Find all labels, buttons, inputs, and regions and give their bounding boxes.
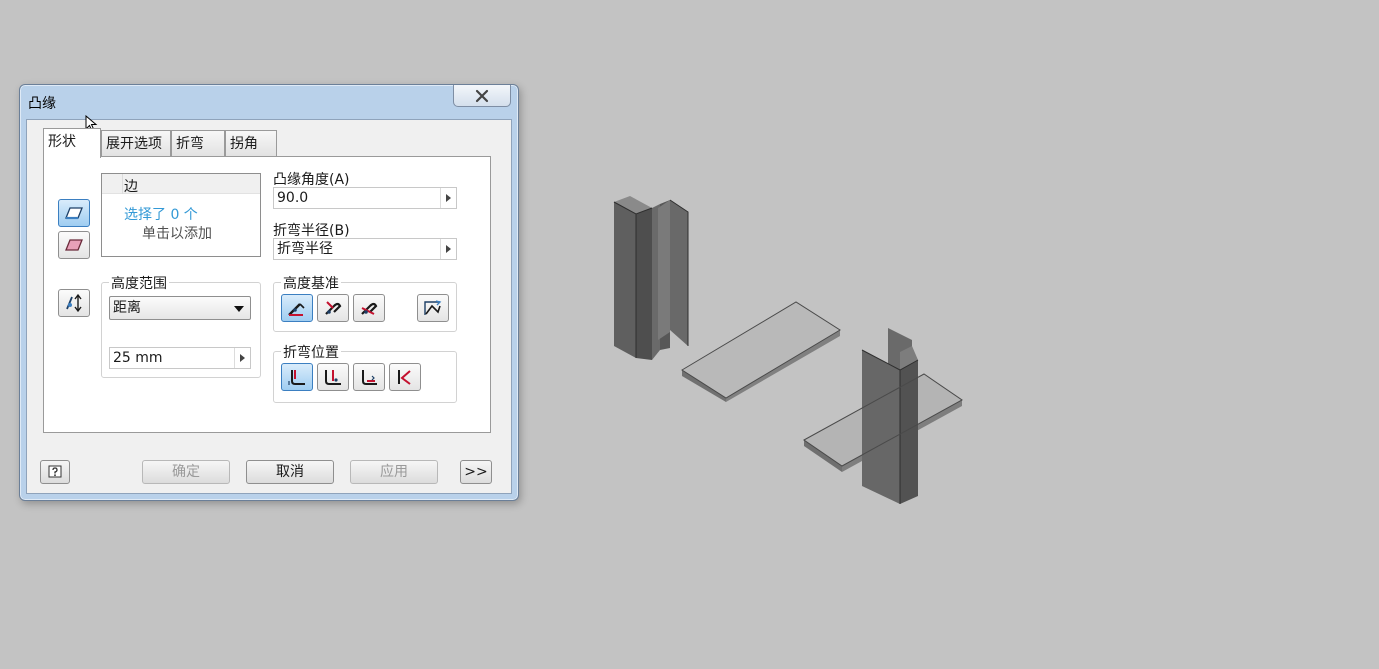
loop-select-button[interactable]	[58, 231, 90, 259]
loop-select-icon	[65, 239, 83, 251]
bend-position-tangent-button[interactable]	[389, 363, 421, 391]
help-button[interactable]	[40, 460, 70, 484]
height-extent-label: 高度范围	[109, 273, 169, 293]
bend-position-inside-button[interactable]	[281, 363, 313, 391]
bend-position-outside-icon	[325, 370, 341, 385]
tab-corner-label: 拐角	[230, 136, 258, 152]
height-datum-inner-icon	[325, 301, 342, 315]
bend-radius-label: 折弯半径(B)	[273, 223, 350, 239]
edge-list-header-divider	[122, 174, 123, 194]
edge-select-button[interactable]	[58, 199, 90, 227]
model-viewport[interactable]	[600, 180, 980, 524]
flat-plate-part[interactable]	[681, 301, 841, 402]
bend-position-tangent-icon	[398, 370, 411, 385]
height-datum-label: 高度基准	[281, 273, 341, 293]
height-datum-tangent-icon	[361, 302, 378, 315]
edge-click-to-add-hint: 单击以添加	[142, 226, 212, 242]
flange-angle-input[interactable]: 90.0	[273, 187, 457, 209]
more-options-button[interactable]: >>	[460, 460, 492, 484]
flange-dialog: 凸缘 形状 展开选项 折弯 拐角 边 选择了 0 个 单击以添加 凸缘角度(A)…	[19, 84, 519, 501]
cancel-button[interactable]: 取消	[246, 460, 334, 484]
sheet-metal-model[interactable]	[600, 180, 980, 520]
ok-button[interactable]: 确定	[142, 460, 230, 484]
vertical-channel-part[interactable]	[613, 196, 689, 360]
triangle-right-icon	[240, 354, 245, 362]
height-extent-dropdown[interactable]: 距离	[109, 296, 251, 320]
dialog-client-area: 形状 展开选项 折弯 拐角 边 选择了 0 个 单击以添加 凸缘角度(A) 90…	[26, 119, 512, 494]
tab-bend-label: 折弯	[176, 136, 204, 152]
height-datum-aligned-icon	[424, 300, 442, 315]
height-distance-arrow-button[interactable]	[234, 348, 250, 368]
height-datum-tangent-button[interactable]	[353, 294, 385, 322]
bend-position-outside-button[interactable]	[317, 363, 349, 391]
height-datum-outer-button[interactable]	[281, 294, 313, 322]
flange-angle-value: 90.0	[277, 190, 309, 206]
bend-radius-arrow-button[interactable]	[440, 239, 456, 259]
tab-shape-label: 形状	[48, 134, 76, 150]
bend-position-from-face-button[interactable]	[353, 363, 385, 391]
triangle-right-icon	[446, 194, 451, 202]
help-icon	[48, 465, 62, 478]
height-datum-inner-button[interactable]	[317, 294, 349, 322]
triangle-right-icon	[446, 245, 451, 253]
tab-shape[interactable]: 形状	[43, 128, 101, 158]
tab-bend[interactable]: 折弯	[171, 130, 225, 156]
edge-column-header: 边	[124, 179, 138, 195]
apply-button[interactable]: 应用	[350, 460, 438, 484]
edge-selected-count[interactable]: 选择了 0 个	[124, 204, 198, 224]
close-icon	[475, 89, 489, 102]
bend-position-label: 折弯位置	[281, 342, 341, 362]
shape-tab-panel: 边 选择了 0 个 单击以添加 凸缘角度(A) 90.0 折弯半径(B) 折弯半…	[43, 156, 491, 433]
bend-radius-value: 折弯半径	[277, 241, 333, 257]
flange-angle-arrow-button[interactable]	[440, 188, 456, 208]
bend-position-inside-icon	[288, 370, 305, 385]
bend-radius-input[interactable]: 折弯半径	[273, 238, 457, 260]
height-datum-outer-icon	[288, 303, 305, 316]
flip-direction-icon	[66, 293, 82, 313]
edge-select-icon	[65, 207, 83, 220]
flip-direction-button[interactable]	[58, 289, 90, 317]
close-button[interactable]	[453, 85, 511, 107]
chevron-down-icon	[234, 306, 244, 312]
tab-unfold-options[interactable]: 展开选项	[101, 130, 171, 156]
height-datum-aligned-button[interactable]	[417, 294, 449, 322]
plate-with-flange-part[interactable]	[803, 328, 963, 504]
flange-angle-label: 凸缘角度(A)	[273, 172, 350, 188]
dialog-title: 凸缘	[28, 96, 56, 112]
edge-selection-list[interactable]: 边 选择了 0 个 单击以添加	[101, 173, 261, 257]
height-extent-selected: 距离	[113, 300, 141, 316]
height-distance-value: 25 mm	[113, 350, 163, 366]
bend-position-from-face-icon	[362, 370, 377, 385]
height-distance-input[interactable]: 25 mm	[109, 347, 251, 369]
tab-corner[interactable]: 拐角	[225, 130, 277, 156]
tab-unfold-options-label: 展开选项	[106, 136, 162, 152]
